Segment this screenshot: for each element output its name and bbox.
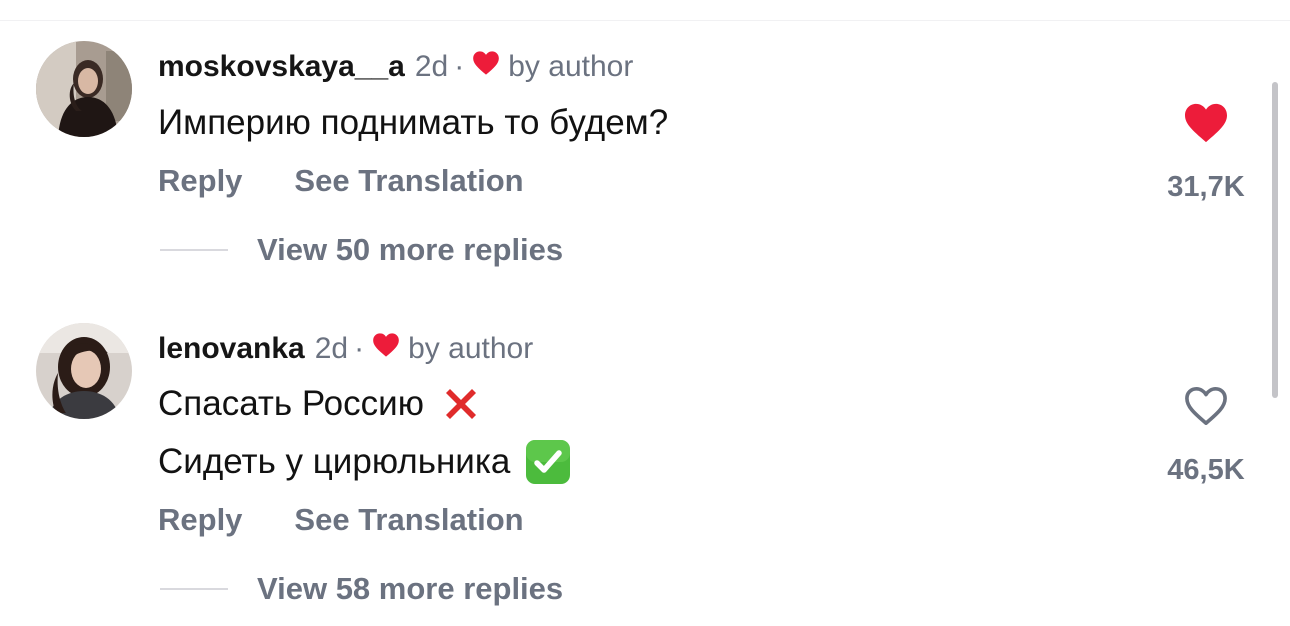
comment-header: lenovanka 2d · by author: [158, 331, 533, 367]
liked-by-author-label: by author: [408, 332, 534, 365]
view-more-replies-button[interactable]: View 58 more replies: [257, 571, 563, 607]
see-translation-button[interactable]: See Translation: [294, 163, 523, 199]
view-replies[interactable]: View 58 more replies: [160, 571, 563, 607]
comment-actions: Reply See Translation: [158, 502, 524, 538]
check-mark-button-icon: [524, 438, 572, 486]
avatar[interactable]: [36, 41, 132, 137]
like-count: 46,5K: [1167, 454, 1245, 486]
comment-text-line: Империю поднимать то будем?: [158, 94, 668, 152]
replies-divider: [160, 249, 228, 251]
replies-divider: [160, 588, 228, 590]
like-count: 31,7K: [1167, 171, 1245, 203]
like-control: 31,7K: [1146, 102, 1266, 204]
comment-text-line-content: Сидеть у цирюльника: [158, 442, 511, 481]
comment-text-line: Сидеть у цирюльника: [158, 433, 572, 491]
like-control: 46,5K: [1146, 385, 1266, 487]
heart-icon: [372, 331, 400, 367]
comment-text-line-content: Спасать Россию: [158, 384, 424, 423]
liked-by-author-label: by author: [508, 50, 634, 83]
comment-age: 2d: [414, 50, 449, 83]
cross-mark-icon: [438, 381, 484, 427]
comment-text-line: Спасать Россию: [158, 375, 572, 433]
username[interactable]: moskovskaya__a: [158, 49, 405, 85]
view-replies[interactable]: View 50 more replies: [160, 232, 563, 268]
comment-actions: Reply See Translation: [158, 163, 524, 199]
username[interactable]: lenovanka: [158, 331, 305, 367]
reply-button[interactable]: Reply: [158, 163, 242, 199]
comment-text-line-content: Империю поднимать то будем?: [158, 103, 669, 142]
heart-icon: [472, 49, 500, 85]
top-divider: [0, 0, 1290, 21]
reply-button[interactable]: Reply: [158, 502, 242, 538]
avatar[interactable]: [36, 323, 132, 419]
heart-filled-icon[interactable]: [1146, 102, 1266, 149]
comment-text: Империю поднимать то будем?: [158, 94, 668, 152]
see-translation-button[interactable]: See Translation: [294, 502, 523, 538]
comment-header: moskovskaya__a 2d · by author: [158, 49, 633, 85]
view-more-replies-button[interactable]: View 50 more replies: [257, 232, 563, 268]
separator-dot: ·: [354, 332, 365, 365]
comment-age: 2d: [314, 332, 349, 365]
scrollbar[interactable]: [1272, 82, 1278, 398]
separator-dot: ·: [454, 50, 465, 83]
heart-outline-icon[interactable]: [1146, 385, 1266, 432]
comment-text: Спасать Россию Сидеть у цирюльника: [158, 375, 572, 491]
